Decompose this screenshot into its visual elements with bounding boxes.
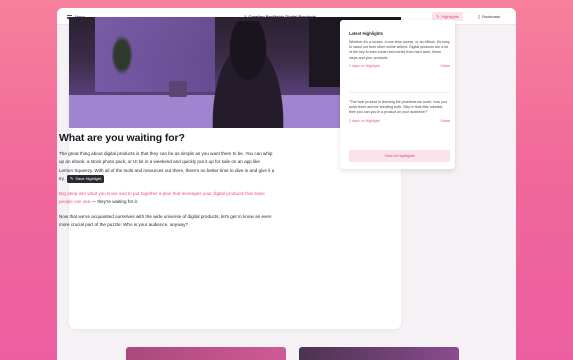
highlight-link[interactable]: 2 days on Highlight [349,64,380,68]
bookmark-button[interactable]: ▯ Bookmark [478,14,500,19]
divider [349,92,450,93]
highlights-popover: Latest Highlights Whether it's a course,… [340,20,455,169]
highlighter-icon: ✎ [70,176,74,182]
view-all-highlights-button[interactable]: View all highlights [349,150,450,162]
related-card-thumbnail[interactable] [299,347,459,360]
highlight-item[interactable]: Whether it's a course, a one-time course… [349,40,450,68]
article-paragraph: The great thing about digital products i… [59,150,275,184]
highlights-label: Highlights [441,14,459,19]
popover-title: Latest Highlights [349,31,383,36]
article-paragraph: Dig deep into what you know and to put t… [59,190,275,207]
related-card-thumbnail[interactable] [126,347,286,360]
article-paragraph: Now that we've acquainted ourselves with… [59,213,272,228]
share-link[interactable]: Share [440,64,450,68]
share-link[interactable]: Share [440,119,450,123]
highlighter-icon: ✎ [436,14,440,19]
paragraph-text: — they're waiting for it. [90,199,139,205]
save-highlight-button[interactable]: ✎ Save Highlight [67,175,105,184]
bookmark-label: Bookmark [482,14,501,19]
article-heading: What are you waiting for? [59,132,185,144]
save-highlight-label: Save Highlight [75,176,102,182]
highlight-quote: Whether it's a course, a one-time course… [349,40,450,60]
bookmark-icon: ▯ [478,14,481,19]
highlight-quote: "The best product is learning the proble… [349,100,447,115]
article-body: What are you waiting for? The great thin… [59,132,275,229]
highlight-link[interactable]: 2 days on Highlight [349,119,380,123]
highlight-item[interactable]: "The best product is learning the proble… [349,100,450,123]
